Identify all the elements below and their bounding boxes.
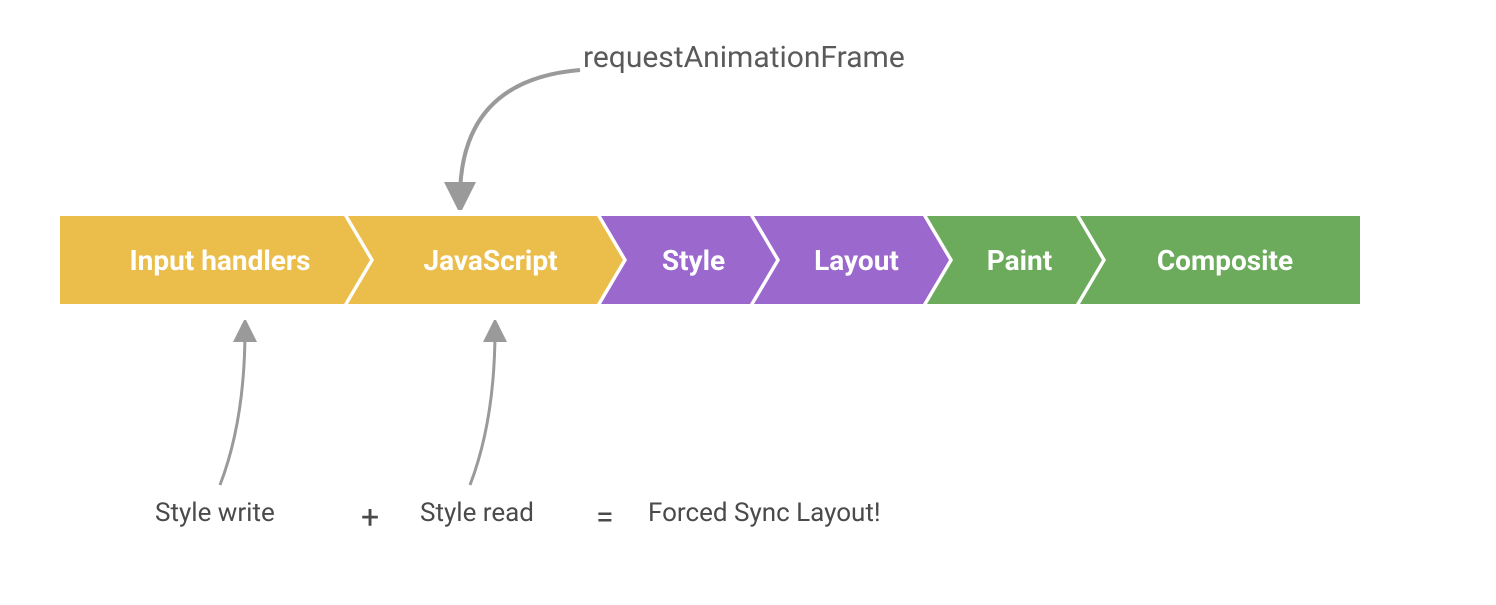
arrow-stylewrite-to-inputhandlers [200, 320, 280, 490]
label-forced-sync-layout: Forced Sync Layout! [648, 498, 881, 528]
stage-label: Style [662, 244, 725, 277]
raf-label: requestAnimationFrame [583, 40, 905, 75]
stage-label: Input handlers [129, 244, 310, 277]
label-style-read: Style read [420, 498, 534, 528]
stage-label: JavaScript [423, 244, 557, 277]
stage-label: Layout [814, 244, 899, 277]
stage-style: Style [601, 216, 776, 304]
stage-layout: Layout [754, 216, 949, 304]
stage-label: Paint [987, 244, 1052, 277]
arrow-styleread-to-javascript [450, 320, 530, 490]
stage-label: Composite [1157, 244, 1293, 277]
label-plus: + [361, 498, 379, 536]
stage-javascript: JavaScript [348, 216, 623, 304]
rendering-pipeline: Input handlers JavaScript Style Layout P… [60, 216, 1360, 304]
label-equals: = [596, 498, 614, 536]
stage-input-handlers: Input handlers [60, 216, 370, 304]
label-style-write: Style write [155, 498, 275, 528]
stage-paint: Paint [927, 216, 1102, 304]
stage-composite: Composite [1080, 216, 1360, 304]
